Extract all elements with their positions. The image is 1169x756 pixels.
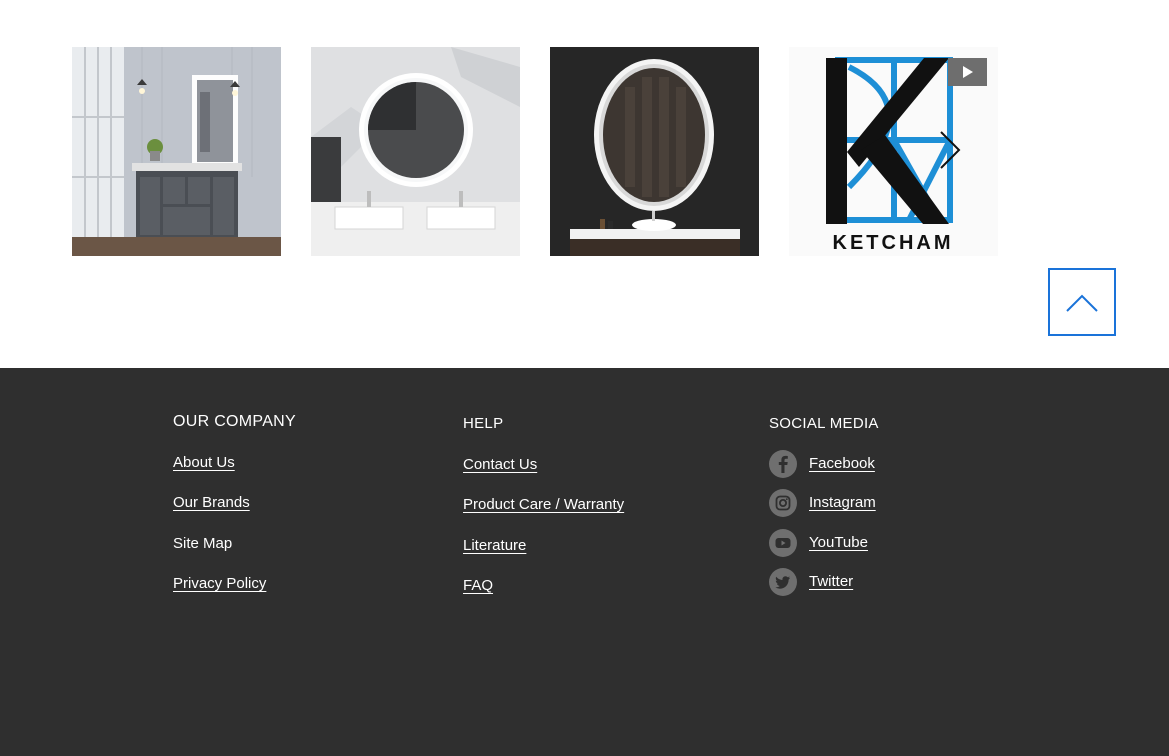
twitter-icon xyxy=(769,568,797,596)
social-media-heading: SOCIAL MEDIA xyxy=(769,415,879,432)
product-care-warranty-link[interactable]: Product Care / Warranty xyxy=(463,496,624,513)
ketcham-logo-text: KETCHAM xyxy=(833,232,954,254)
facebook-icon xyxy=(769,450,797,478)
video-play-badge[interactable] xyxy=(948,58,987,86)
twitter-label: Twitter xyxy=(809,573,854,590)
literature-link[interactable]: Literature xyxy=(463,537,526,554)
image-gallery: KETCHAM xyxy=(0,0,1169,368)
gallery-image-vanity[interactable] xyxy=(72,47,281,256)
round-mirror-photo xyxy=(311,47,520,256)
privacy-policy-link[interactable]: Privacy Policy xyxy=(173,575,266,592)
site-map-link[interactable]: Site Map xyxy=(173,535,232,552)
facebook-label: Facebook xyxy=(809,455,875,472)
company-heading: OUR COMPANY xyxy=(173,413,297,430)
gallery-image-round-mirror[interactable] xyxy=(311,47,520,256)
faq-link[interactable]: FAQ xyxy=(463,577,493,594)
our-brands-link[interactable]: Our Brands xyxy=(173,494,250,511)
youtube-icon xyxy=(769,529,797,557)
gallery-next-button[interactable] xyxy=(936,130,964,170)
gallery-image-oval-mirror[interactable] xyxy=(550,47,759,256)
youtube-label: YouTube xyxy=(809,534,868,551)
back-to-top-button[interactable] xyxy=(1048,268,1116,336)
contact-us-link[interactable]: Contact Us xyxy=(463,456,537,473)
chevron-up-icon xyxy=(1066,294,1098,312)
instagram-label: Instagram xyxy=(809,494,876,511)
site-footer: OUR COMPANY About Us Our Brands Site Map… xyxy=(0,368,1169,756)
oval-mirror-photo xyxy=(550,47,759,256)
chevron-right-icon xyxy=(940,131,961,169)
vanity-photo xyxy=(72,47,281,256)
about-us-link[interactable]: About Us xyxy=(173,454,235,471)
play-icon xyxy=(963,66,973,78)
instagram-icon xyxy=(769,489,797,517)
help-heading: HELP xyxy=(463,415,504,432)
